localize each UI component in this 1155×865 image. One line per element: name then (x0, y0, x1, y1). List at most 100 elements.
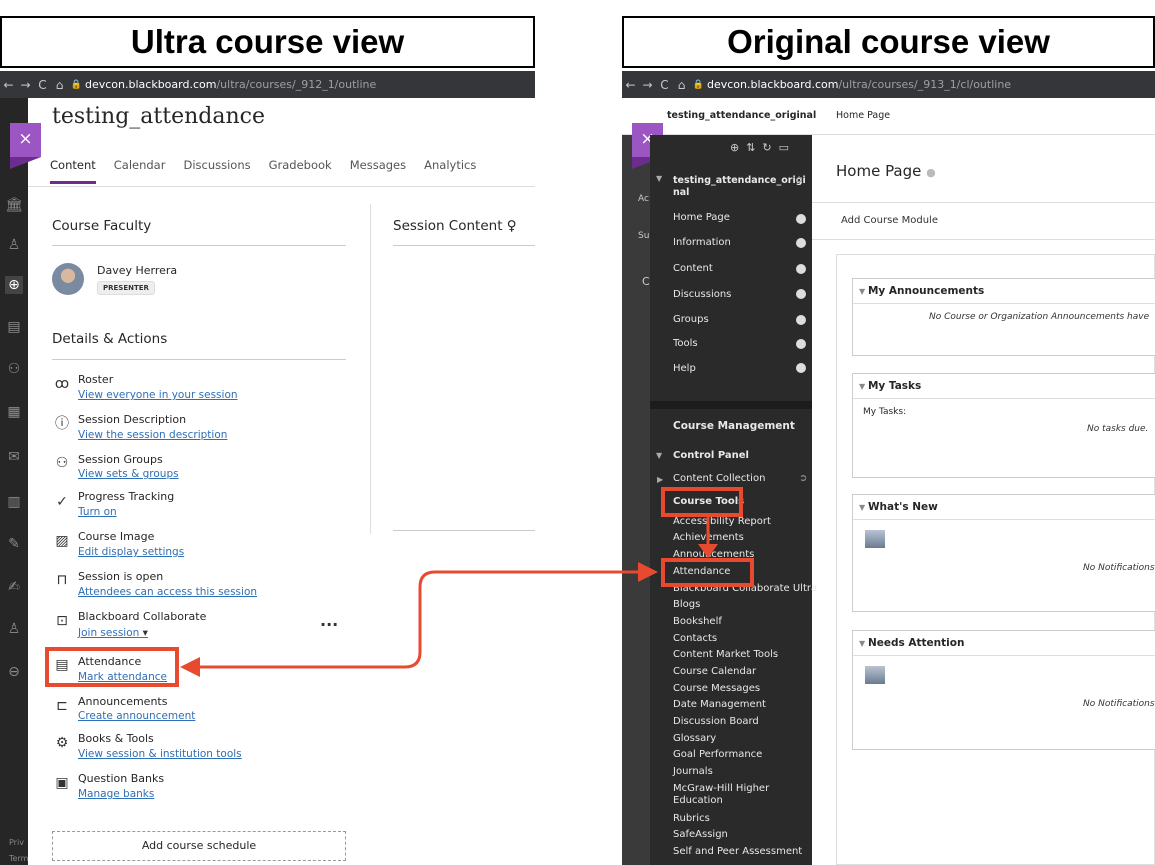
tool-item[interactable]: Date Management (673, 699, 766, 710)
module-header[interactable]: ▼ What's New (853, 495, 1155, 520)
tool-item[interactable]: Self and Peer Assessment (673, 846, 802, 857)
forward-icon[interactable]: → (639, 78, 656, 92)
menu-dot-icon (796, 264, 806, 274)
course-management-heading: Course Management (673, 420, 795, 432)
gutter-text: Ac (638, 194, 649, 204)
back-icon[interactable]: ← (622, 78, 639, 92)
action-title: Course Image (78, 530, 155, 543)
tab-content[interactable]: Content (50, 158, 96, 184)
tool-item[interactable]: Course Calendar (673, 666, 756, 677)
action-link[interactable]: View the session description (78, 429, 227, 441)
reload-icon[interactable]: C (656, 78, 673, 92)
tool-item[interactable]: Content Market Tools (673, 649, 778, 660)
user-icon[interactable]: ♙ (5, 620, 23, 638)
tool-item[interactable]: Blogs (673, 599, 700, 610)
course-tabs: Content Calendar Discussions Gradebook M… (50, 158, 476, 184)
groups-icon: ⚇ (55, 455, 69, 471)
add-course-schedule-button[interactable]: Add course schedule (52, 831, 346, 861)
more-options-icon[interactable]: ··· (320, 615, 338, 634)
tool-item[interactable]: Achievements (673, 532, 744, 543)
action-link[interactable]: Attendees can access this session (78, 586, 257, 598)
tool-item[interactable]: Rubrics (673, 813, 710, 824)
breadcrumb[interactable]: Home Page (836, 110, 890, 121)
people-icon[interactable]: ⚇ (5, 360, 23, 378)
menu-tools[interactable]: Tools (673, 338, 698, 349)
reload-icon[interactable]: C (34, 78, 51, 92)
menu-content[interactable]: Content (673, 263, 713, 274)
menu-course-title[interactable]: testing_attendance_origi nal (673, 175, 806, 199)
action-title: Session is open (78, 570, 164, 583)
tab-gradebook[interactable]: Gradebook (269, 158, 332, 184)
session-content-heading: Session Content ♀ (393, 218, 517, 234)
menu-groups[interactable]: Groups (673, 314, 709, 325)
tool-item[interactable]: SafeAssign (673, 829, 728, 840)
course-name[interactable]: testing_attendance_original (667, 110, 816, 121)
module-header[interactable]: ▼ My Announcements (853, 279, 1155, 304)
tab-discussions[interactable]: Discussions (183, 158, 250, 184)
tool-item[interactable]: Accessibility Report (673, 516, 771, 527)
menu-discussions[interactable]: Discussions (673, 289, 731, 300)
tool-item[interactable]: Contacts (673, 633, 717, 644)
calendar-icon[interactable]: ▦ (5, 403, 23, 421)
join-session-link[interactable]: Join session ▾ (78, 627, 148, 639)
faculty-name[interactable]: Davey Herrera (97, 264, 177, 277)
home-icon[interactable]: ⌂ (51, 78, 68, 92)
module-header[interactable]: ▼ Needs Attention (853, 631, 1155, 656)
control-panel-heading[interactable]: Control Panel (673, 450, 749, 461)
profile-icon[interactable]: ♙ (5, 236, 23, 254)
chevron-down-icon[interactable]: ▼ (656, 174, 662, 183)
action-title: Roster (78, 373, 114, 386)
menu-help[interactable]: Help (673, 363, 696, 374)
tab-messages[interactable]: Messages (350, 158, 406, 184)
tools-icon[interactable]: ✎ (5, 535, 23, 553)
menu-information[interactable]: Information (673, 237, 731, 248)
action-link[interactable]: Manage banks (78, 788, 154, 800)
action-link[interactable]: View session & institution tools (78, 748, 242, 760)
module-body-text: No Course or Organization Announcements … (929, 312, 1150, 322)
add-course-module-button[interactable]: Add Course Module (841, 215, 938, 226)
action-link[interactable]: Edit display settings (78, 546, 184, 558)
forward-icon[interactable]: → (17, 78, 34, 92)
address-bar[interactable]: devcon.blackboard.com/ultra/courses/_913… (707, 78, 1011, 91)
tool-item[interactable]: Discussion Board (673, 716, 759, 727)
action-link[interactable]: Create announcement (78, 710, 195, 722)
tool-item[interactable]: McGraw-Hill Higher Education (673, 783, 773, 807)
back-icon[interactable]: ← (0, 78, 17, 92)
privacy-link[interactable]: Priv (9, 838, 24, 847)
close-course-button[interactable]: × (10, 123, 41, 169)
sign-out-icon[interactable]: ⊖ (5, 663, 23, 681)
tool-item[interactable]: Bookshelf (673, 616, 722, 627)
chevron-down-icon[interactable]: ▼ (656, 451, 662, 460)
lock-icon: 🔒 (70, 79, 83, 90)
tool-item[interactable]: Journals (673, 766, 713, 777)
chevron-circle-icon[interactable]: ● (926, 166, 936, 179)
chevron-right-icon[interactable]: ▶ (657, 475, 663, 484)
action-link[interactable]: View sets & groups (78, 468, 179, 480)
tool-item[interactable]: Glossary (673, 733, 716, 744)
messages-icon[interactable]: ✉ (5, 448, 23, 466)
tool-item[interactable]: Goal Performance (673, 749, 762, 760)
menu-toolbar-icons[interactable]: ⊕⇅↻▭ (730, 141, 796, 154)
module-header[interactable]: ▼ My Tasks (853, 374, 1155, 399)
address-bar[interactable]: devcon.blackboard.com/ultra/courses/_912… (85, 78, 376, 91)
module-body-text: No Notifications (1083, 699, 1155, 709)
content-collection-item[interactable]: Content Collection (673, 473, 765, 484)
ultra-view-title: Ultra course view (0, 16, 535, 68)
grades-icon[interactable]: ▥ (5, 493, 23, 511)
tab-analytics[interactable]: Analytics (424, 158, 476, 184)
tasks-label: My Tasks: (863, 407, 907, 417)
action-link[interactable]: Turn on (78, 506, 117, 518)
menu-home-page[interactable]: Home Page (673, 212, 730, 223)
edit-icon[interactable]: ✍ (5, 578, 23, 596)
lock-icon: 🔒 (692, 79, 705, 90)
tab-calendar[interactable]: Calendar (114, 158, 166, 184)
organizations-icon[interactable]: ▤ (5, 318, 23, 336)
institution-icon[interactable]: 🏛 (5, 196, 23, 214)
tool-item[interactable]: Course Messages (673, 683, 760, 694)
courses-icon[interactable]: ⊕ (5, 276, 23, 294)
home-icon[interactable]: ⌂ (673, 78, 690, 92)
action-link[interactable]: View everyone in your session (78, 389, 238, 401)
divider (52, 359, 346, 360)
megaphone-icon: ⊏ (56, 698, 68, 714)
terms-link[interactable]: Term (9, 854, 28, 863)
